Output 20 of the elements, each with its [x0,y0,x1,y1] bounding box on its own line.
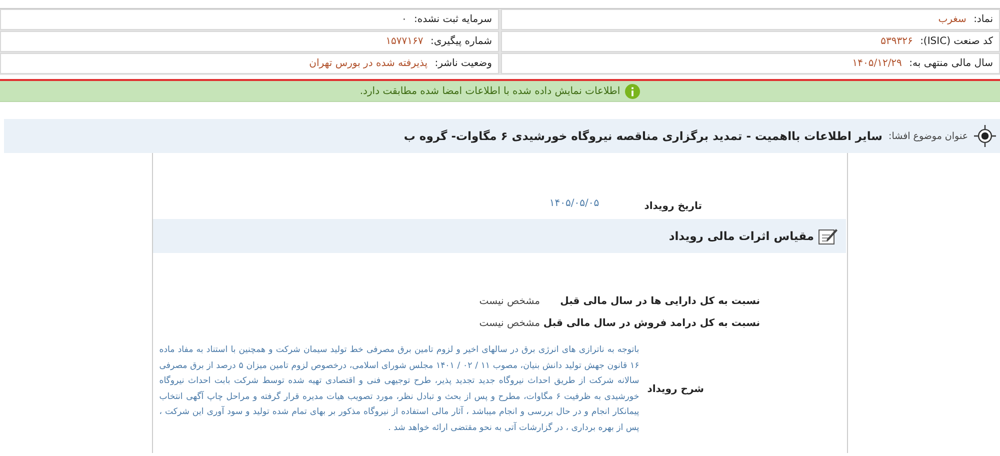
info-icon [625,84,640,98]
info-cell: سال مالی منتهی به: ۱۴۰۵/۱۲/۲۹ [501,53,1000,74]
subject-title: سایر اطلاعات بااهمیت - تمدید برگزاری مناقصه نیروگاه خورشیدی ۶ مگاوات- گروه ب [404,129,882,143]
info-cell: نماد: سغرب [501,9,1000,30]
subject-label: عنوان موضوع افشا: [888,130,968,142]
description-label: شرح رویداد [647,384,704,395]
event-date-label: تاریخ رویداد [644,200,702,212]
description-text: باتوجه به ناترازی های انرژی برق در سالهای اخیر و لزوم تامین برق مصرفی خط تولید سیمان شرکت و همچنین با استناد به مفاد ماده ۱۶ قانون جهش تولید دانش بنیان، مصوب ۱۱ / ۰۲ / ۱۴۰۱ مجلس شورای اسلامی، درخصوص لزوم تامین میزان ۵ درصد از برق مصرفی سالانه شرکت از طریق احداث نیروگاه جدید تجدید پذیر، طرح توجیهی فنی و اقتصادی تهیه شده توسط شرکت بابت احداث نیروگاه خورشیدی به ظرفیت ۶ مگاوات، مطرح و پس از بحث و تبادل نظر، مورد تصویب هیات مدیره قرار گرفته و مراحل چاپ آگهی انتخاب پیمانکار انجام و در حال بررسی و انجام میباشد ، آثار مالی استفاده از نیروگاه مذکور بر بهای تمام شده تولید و سود آوری این شرکت ، پس از بهره برداری ، در گزارشات آتی به نحو مقتضی ارائه خواهد شد . [159,344,640,434]
ratio-value: مشخص نیست [479,318,540,328]
info-cell: شماره پیگیری: ۱۵۷۷۱۶۷ [0,31,499,52]
info-cell: وضعیت ناشر: پذیرفته شده در بورس تهران [0,53,499,74]
pencil-note-icon [818,227,838,245]
target-icon [974,125,996,147]
notice-text: اطلاعات نمایش داده شده با اطلاعات امضا شده مطابقت دارد. [360,86,620,96]
info-cell: سرمایه ثبت نشده: ۰ [0,9,499,30]
ratio-label: نسبت به کل دارایی ها در سال مالی قبل [559,296,760,306]
ratio-label: نسبت به کل درامد فروش در سال مالی قبل [542,318,760,328]
info-cell: کد صنعت (ISIC): ۵۳۹۳۲۶ [501,31,1000,52]
ratio-value: مشخص نیست [479,296,540,306]
section-title: مقیاس اثرات مالی رویداد [668,229,814,243]
